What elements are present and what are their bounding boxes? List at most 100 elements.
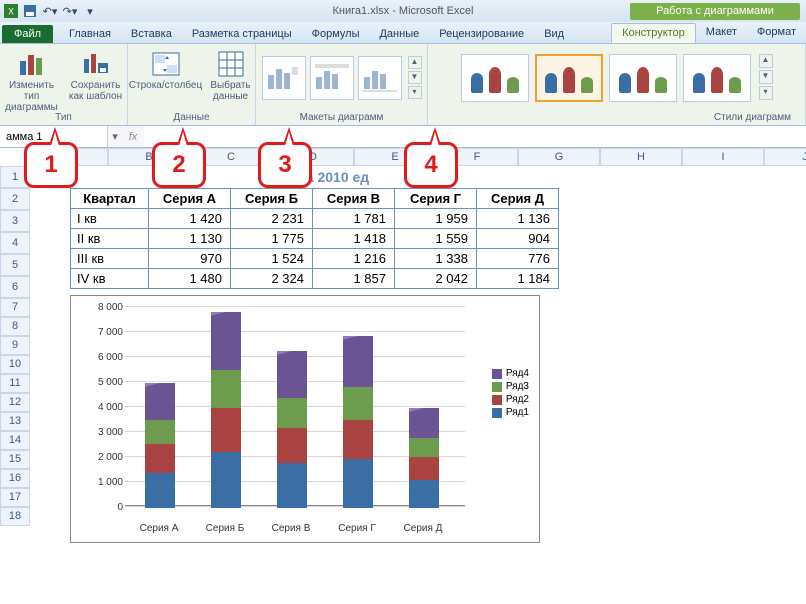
worksheet[interactable]: ABCDEFGHIJ 123456789101112131415161718 ы… (0, 148, 806, 604)
table-cell: 970 (149, 249, 231, 269)
table-cell: 1 136 (477, 209, 559, 229)
table-cell: 1 418 (313, 229, 395, 249)
row-header[interactable]: 12 (0, 393, 30, 412)
group-layouts-label: Макеты диаграмм (300, 112, 384, 123)
group-data-label: Данные (173, 112, 209, 123)
change-type-label: Изменить тип диаграммы (2, 80, 62, 113)
layout-thumb-1[interactable] (262, 56, 306, 100)
y-tick-label: 4 000 (83, 402, 123, 413)
row-header[interactable]: 14 (0, 431, 30, 450)
tab-data[interactable]: Данные (369, 25, 429, 43)
table-row-label: IV кв (71, 269, 149, 289)
save-icon[interactable] (22, 3, 38, 19)
tab-home[interactable]: Главная (59, 25, 121, 43)
select-data-label: Выбрать данные (210, 80, 250, 102)
table-cell: 1 559 (395, 229, 477, 249)
row-header[interactable]: 9 (0, 336, 30, 355)
layout-thumb-3[interactable] (358, 56, 402, 100)
table-row-label: I кв (71, 209, 149, 229)
legend-label: Ряд3 (506, 381, 529, 392)
table-cell: 2 324 (231, 269, 313, 289)
row-header[interactable]: 17 (0, 488, 30, 507)
layouts-scroll-down[interactable]: ▼ (408, 71, 422, 84)
styles-scroll-down[interactable]: ▼ (759, 70, 773, 84)
row-header[interactable]: 18 (0, 507, 30, 526)
y-tick-label: 7 000 (83, 327, 123, 338)
x-tick-label: Серия Г (329, 523, 385, 534)
save-as-template-button[interactable]: Сохранить как шаблон (66, 48, 126, 102)
callout-3: 3 (258, 142, 312, 188)
redo-icon[interactable]: ↷▾ (62, 3, 78, 19)
row-header[interactable]: 5 (0, 254, 30, 276)
style-thumb-2[interactable] (535, 54, 603, 102)
styles-more[interactable]: ▾ (759, 86, 773, 100)
styles-scroll-up[interactable]: ▲ (759, 54, 773, 68)
table-cell: 1 338 (395, 249, 477, 269)
tab-insert[interactable]: Вставка (121, 25, 182, 43)
cells-area: ы п за 2010 ед КварталСерия АСерия БСери… (30, 166, 806, 543)
formula-input[interactable] (144, 126, 806, 147)
ribbon-tabs: Файл Главная Вставка Разметка страницы Ф… (0, 22, 806, 44)
chart-bar (343, 333, 373, 505)
tab-formulas[interactable]: Формулы (302, 25, 370, 43)
table-header: Серия А (149, 189, 231, 209)
switch-row-col-button[interactable]: Строка/столбец (129, 48, 203, 91)
chart-tools-label: Работа с диаграммами (630, 3, 800, 20)
col-header[interactable]: H (600, 148, 682, 166)
row-header[interactable]: 4 (0, 232, 30, 254)
col-header[interactable]: J (764, 148, 806, 166)
tab-format[interactable]: Формат (747, 23, 806, 43)
undo-icon[interactable]: ↶▾ (42, 3, 58, 19)
row-header[interactable]: 2 (0, 188, 30, 210)
x-tick-label: Серия В (263, 523, 319, 534)
row-header[interactable]: 16 (0, 469, 30, 488)
x-tick-label: Серия А (131, 523, 187, 534)
row-header[interactable]: 15 (0, 450, 30, 469)
y-tick-label: 6 000 (83, 352, 123, 363)
svg-text:X: X (8, 7, 14, 17)
chart-object[interactable]: 01 0002 0003 0004 0005 0006 0007 0008 00… (70, 295, 540, 543)
tab-review[interactable]: Рецензирование (429, 25, 534, 43)
row-header[interactable]: 11 (0, 374, 30, 393)
group-layouts: ▲ ▼ ▾ Макеты диаграмм (256, 44, 428, 125)
change-chart-type-button[interactable]: Изменить тип диаграммы (2, 48, 62, 113)
formula-bar: амма 1 ▾ fx (0, 126, 806, 148)
col-header[interactable]: I (682, 148, 764, 166)
row-header[interactable]: 8 (0, 317, 30, 336)
tab-design[interactable]: Конструктор (611, 23, 696, 43)
y-tick-label: 3 000 (83, 427, 123, 438)
style-thumb-4[interactable] (683, 54, 751, 102)
table-cell: 1 781 (313, 209, 395, 229)
table-cell: 1 216 (313, 249, 395, 269)
table-row-label: II кв (71, 229, 149, 249)
col-header[interactable]: G (518, 148, 600, 166)
group-type-label: Тип (55, 112, 72, 123)
group-styles-label: Стили диаграмм (714, 112, 801, 123)
qat-more-icon[interactable]: ▾ (82, 3, 98, 19)
row-header[interactable]: 7 (0, 298, 30, 317)
tab-file[interactable]: Файл (2, 25, 53, 43)
tab-view[interactable]: Вид (534, 25, 574, 43)
row-header[interactable]: 10 (0, 355, 30, 374)
select-data-button[interactable]: Выбрать данные (207, 48, 255, 102)
group-styles: ▲ ▼ ▾ Стили диаграмм (428, 44, 806, 125)
row-headers: 123456789101112131415161718 (0, 166, 30, 526)
layouts-scroll-up[interactable]: ▲ (408, 56, 422, 69)
tab-pagelayout[interactable]: Разметка страницы (182, 25, 302, 43)
style-thumb-1[interactable] (461, 54, 529, 102)
style-thumb-3[interactable] (609, 54, 677, 102)
table-cell: 2 231 (231, 209, 313, 229)
namebox-dropdown-icon[interactable]: ▾ (108, 130, 122, 143)
y-tick-label: 8 000 (83, 302, 123, 313)
chart-bar (409, 405, 439, 505)
layout-thumb-2[interactable] (310, 56, 354, 100)
row-header[interactable]: 6 (0, 276, 30, 298)
fx-icon[interactable]: fx (122, 131, 144, 143)
table-header: Серия Б (231, 189, 313, 209)
row-header[interactable]: 3 (0, 210, 30, 232)
table-header: Серия В (313, 189, 395, 209)
tab-layout[interactable]: Макет (696, 23, 747, 43)
window-title: Книга1.xlsx - Microsoft Excel (333, 5, 474, 17)
row-header[interactable]: 13 (0, 412, 30, 431)
layouts-more[interactable]: ▾ (408, 86, 422, 99)
